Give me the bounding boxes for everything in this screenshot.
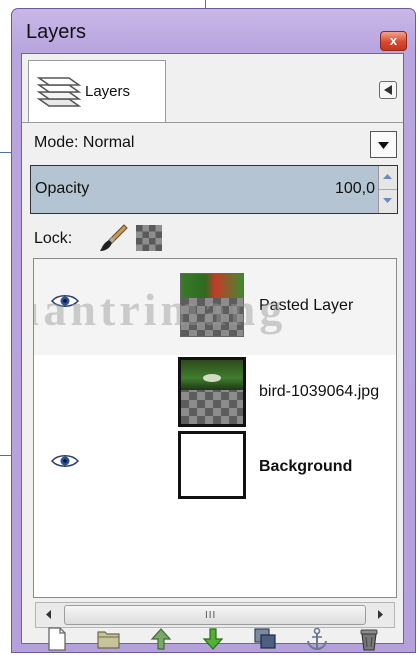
layer-thumbnail[interactable] xyxy=(180,273,244,337)
checkerboard-icon[interactable] xyxy=(136,225,162,251)
layer-name[interactable]: bird-1039064.jpg xyxy=(259,383,379,401)
lock-row: Lock: xyxy=(22,217,403,257)
mode-label: Mode: xyxy=(34,134,79,151)
paintbrush-icon[interactable] xyxy=(98,223,128,253)
layer-name[interactable]: Background xyxy=(259,458,352,476)
lock-label: Lock: xyxy=(34,230,73,247)
layer-name[interactable]: Pasted Layer xyxy=(259,297,353,315)
tab-layers[interactable]: Layers xyxy=(28,60,166,122)
lower-layer-icon[interactable] xyxy=(200,626,226,652)
scroll-right-button[interactable] xyxy=(368,603,394,627)
layers-window: Layers x Layers Mode: Normal Opacity 100… xyxy=(11,8,416,653)
chevron-down-icon xyxy=(383,198,392,203)
raise-layer-icon[interactable] xyxy=(148,626,174,652)
chevron-right-icon xyxy=(378,610,383,619)
title-bar[interactable]: Layers x xyxy=(12,9,415,53)
scroll-left-button[interactable] xyxy=(36,603,62,627)
anchor-icon[interactable] xyxy=(304,626,330,652)
opacity-increase-button[interactable] xyxy=(379,166,397,190)
layer-row[interactable]: Pasted Layer xyxy=(34,259,396,355)
layers-list[interactable]: Pasted Layer bird-1039064.jpg Background… xyxy=(33,258,397,598)
dock-panel: Layers Mode: Normal Opacity 100,0 Lock: … xyxy=(21,53,404,651)
tab-label: Layers xyxy=(85,83,131,100)
layer-thumbnail[interactable] xyxy=(178,357,246,427)
delete-icon[interactable] xyxy=(356,626,382,652)
mode-value: Normal xyxy=(82,134,135,151)
opacity-decrease-button[interactable] xyxy=(379,190,397,213)
layer-row[interactable]: Background xyxy=(34,427,396,509)
layers-stack-icon xyxy=(35,73,82,113)
opacity-spinner xyxy=(378,166,397,213)
scrollbar-thumb[interactable]: III xyxy=(64,605,366,625)
scrollbar-grip: III xyxy=(205,610,217,621)
eye-icon[interactable] xyxy=(50,453,80,469)
chevron-down-icon xyxy=(378,142,389,149)
close-button[interactable]: x xyxy=(380,31,407,51)
tab-menu-arrow-icon xyxy=(384,85,392,95)
tab-menu-button[interactable] xyxy=(379,81,397,99)
window-title: Layers xyxy=(26,21,87,43)
chevron-up-icon xyxy=(383,174,392,179)
opacity-slider[interactable]: Opacity 100,0 xyxy=(30,165,398,214)
opacity-value[interactable]: 100,0 xyxy=(335,180,375,198)
layer-thumbnail[interactable] xyxy=(178,431,246,499)
layer-row[interactable]: bird-1039064.jpg xyxy=(34,355,396,427)
folder-icon[interactable] xyxy=(96,626,122,652)
new-layer-icon[interactable] xyxy=(44,626,70,652)
duplicate-layer-icon[interactable] xyxy=(252,626,278,652)
eye-icon[interactable] xyxy=(50,293,80,309)
horizontal-scrollbar[interactable]: III xyxy=(35,602,395,628)
chevron-left-icon xyxy=(46,610,51,619)
layers-toolbar xyxy=(22,627,403,651)
tab-bar: Layers xyxy=(22,54,403,123)
mode-row: Mode: Normal xyxy=(22,122,403,160)
opacity-label: Opacity xyxy=(35,180,90,197)
mode-dropdown-button[interactable] xyxy=(370,131,397,158)
